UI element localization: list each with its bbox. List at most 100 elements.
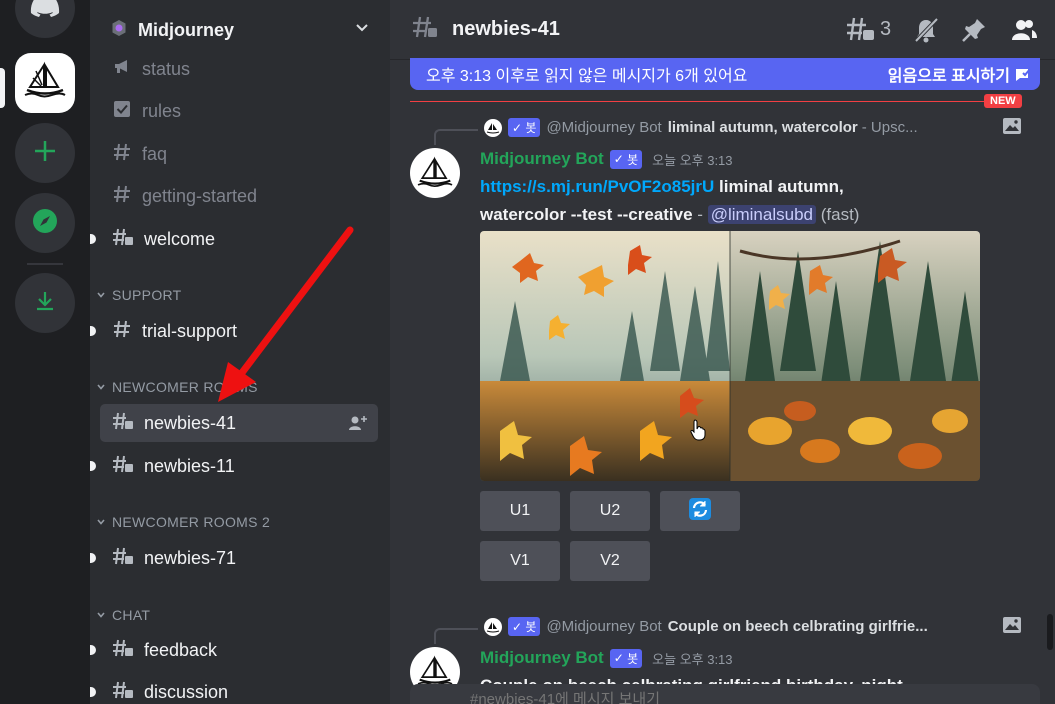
unread-indicator bbox=[90, 645, 96, 655]
unread-indicator bbox=[90, 234, 96, 244]
add-server-button[interactable] bbox=[15, 123, 75, 183]
thread-count: 3 bbox=[880, 18, 892, 40]
user-mention[interactable]: @liminalsubd bbox=[707, 205, 816, 224]
server-rail bbox=[0, 0, 90, 704]
channel-label: feedback bbox=[144, 639, 218, 660]
channel-label: status bbox=[142, 58, 191, 79]
image-grid[interactable] bbox=[480, 231, 980, 481]
bot-badge-label: 봇 bbox=[627, 651, 639, 666]
scrollbar-thumb[interactable] bbox=[1047, 614, 1053, 650]
channel-feedback[interactable]: feedback bbox=[90, 631, 378, 669]
bot-badge: ✓ 봇 bbox=[508, 617, 541, 636]
reply-mention[interactable]: @Midjourney Bot bbox=[546, 618, 661, 635]
reply-text: liminal autumn, watercolor bbox=[667, 119, 858, 136]
channel-faq[interactable]: faq bbox=[100, 135, 378, 173]
explore-button[interactable] bbox=[15, 193, 75, 253]
reroll-icon bbox=[688, 497, 712, 526]
dash: - bbox=[692, 205, 708, 224]
timestamp: 오늘 오후 3:13 bbox=[652, 152, 733, 168]
channel-label: rules bbox=[142, 100, 182, 121]
chevron-down-icon bbox=[96, 607, 106, 623]
unread-banner[interactable]: 오후 3:13 이후로 읽지 않은 메시지가 6개 있어요 읽음으로 표시하기 bbox=[410, 58, 1040, 90]
download-icon bbox=[33, 289, 57, 318]
home-button[interactable] bbox=[15, 0, 75, 38]
chevron-down-icon bbox=[96, 514, 106, 530]
prompt-link[interactable]: https://s.mj.run/PvOF2o85jrU bbox=[480, 177, 714, 196]
unread-message: 오후 3:13 이후로 읽지 않은 메시지가 6개 있어요 bbox=[426, 68, 748, 85]
channel-trial-support[interactable]: trial-support bbox=[90, 312, 378, 350]
upscale-u1-button[interactable]: U1 bbox=[480, 491, 560, 531]
message-input[interactable] bbox=[470, 688, 870, 704]
new-tag: NEW bbox=[984, 94, 1022, 108]
category-support[interactable]: SUPPORT bbox=[96, 287, 182, 303]
variation-v2-button[interactable]: V2 bbox=[570, 541, 650, 581]
message-composer[interactable] bbox=[410, 684, 1040, 704]
mute-bell-icon[interactable] bbox=[912, 16, 940, 49]
author-name[interactable]: Midjourney Bot bbox=[480, 149, 604, 169]
channel-welcome[interactable]: welcome bbox=[90, 220, 378, 258]
chat-area: newbies-41 3 오후 3:13 이후로 읽지 않은 메시지가 6개 있… bbox=[390, 0, 1055, 704]
server-midjourney[interactable] bbox=[15, 53, 75, 113]
hash-icon bbox=[112, 184, 132, 209]
channel-label: newbies-11 bbox=[144, 455, 235, 476]
channel-discussion[interactable]: discussion bbox=[90, 673, 378, 704]
reply-reference[interactable]: ✓ 봇 @Midjourney Bot liminal autumn, wate… bbox=[434, 117, 1021, 145]
reply-mention[interactable]: @Midjourney Bot bbox=[546, 119, 661, 136]
threads-icon[interactable] bbox=[846, 16, 876, 49]
category-newcomer-rooms[interactable]: NEWCOMER ROOMS bbox=[96, 379, 258, 395]
channel-sidebar: Midjourney status rules faq getting-star… bbox=[90, 0, 390, 704]
hash-thread-icon bbox=[112, 411, 134, 436]
hash-thread-icon bbox=[112, 227, 134, 252]
category-chat[interactable]: CHAT bbox=[96, 607, 150, 623]
message-header: Midjourney Bot ✓ 봇 오늘 오후 3:13 bbox=[480, 149, 733, 169]
speed-label: (fast) bbox=[820, 205, 860, 224]
unread-indicator bbox=[90, 461, 96, 471]
unread-indicator bbox=[90, 687, 96, 697]
bot-badge-label: 봇 bbox=[627, 152, 639, 167]
reply-line bbox=[434, 628, 478, 644]
channel-label: trial-support bbox=[142, 320, 238, 341]
upscale-u2-button[interactable]: U2 bbox=[570, 491, 650, 531]
category-newcomer-rooms-2[interactable]: NEWCOMER ROOMS 2 bbox=[96, 514, 270, 530]
channel-getting-started[interactable]: getting-started bbox=[100, 177, 378, 215]
hash-thread-icon bbox=[112, 638, 134, 663]
variation-v1-button[interactable]: V1 bbox=[480, 541, 560, 581]
channel-rules[interactable]: rules bbox=[100, 92, 378, 130]
channel-newbies-71[interactable]: newbies-71 bbox=[90, 539, 378, 577]
pin-icon[interactable] bbox=[960, 16, 988, 49]
discord-app: Midjourney status rules faq getting-star… bbox=[0, 0, 1055, 704]
reply-text: Couple on beech celbrating girlfrie... bbox=[667, 618, 928, 635]
channel-label: faq bbox=[142, 143, 168, 164]
bot-badge-label: 봇 bbox=[525, 620, 537, 634]
prompt-line-1: liminal autumn, bbox=[719, 177, 844, 196]
megaphone-icon bbox=[112, 57, 132, 82]
new-messages-divider bbox=[410, 101, 1020, 102]
channel-status[interactable]: status bbox=[100, 50, 378, 88]
bot-badge-label: 봇 bbox=[525, 121, 537, 135]
channel-header: newbies-41 3 bbox=[390, 0, 1055, 60]
chevron-down-icon bbox=[354, 20, 370, 41]
reroll-button[interactable] bbox=[660, 491, 740, 531]
hash-thread-icon bbox=[112, 680, 134, 704]
category-label: SUPPORT bbox=[112, 287, 182, 303]
download-apps-button[interactable] bbox=[15, 273, 75, 333]
reply-reference[interactable]: ✓ 봇 @Midjourney Bot Couple on beech celb… bbox=[434, 616, 1021, 644]
channel-newbies-11[interactable]: newbies-11 bbox=[90, 447, 378, 485]
author-name[interactable]: Midjourney Bot bbox=[480, 648, 604, 668]
add-server-icon bbox=[33, 139, 57, 168]
channel-label: getting-started bbox=[142, 185, 258, 206]
active-server-pill bbox=[0, 68, 5, 108]
avatar[interactable] bbox=[410, 148, 460, 198]
category-label: CHAT bbox=[112, 607, 151, 623]
hash-icon bbox=[112, 142, 132, 167]
hash-thread-icon bbox=[112, 454, 134, 479]
invite-member-icon[interactable] bbox=[348, 414, 368, 437]
cursor-hand-icon bbox=[690, 419, 706, 446]
bot-badge: ✓ 봇 bbox=[609, 648, 643, 668]
channel-label: newbies-41 bbox=[144, 412, 237, 433]
members-icon[interactable] bbox=[1010, 16, 1038, 49]
channel-newbies-41[interactable]: newbies-41 bbox=[100, 404, 378, 442]
timestamp: 오늘 오후 3:13 bbox=[652, 651, 733, 667]
mark-as-read-button[interactable]: 읽음으로 표시하기 bbox=[888, 62, 1010, 86]
autumn-image bbox=[480, 231, 980, 481]
